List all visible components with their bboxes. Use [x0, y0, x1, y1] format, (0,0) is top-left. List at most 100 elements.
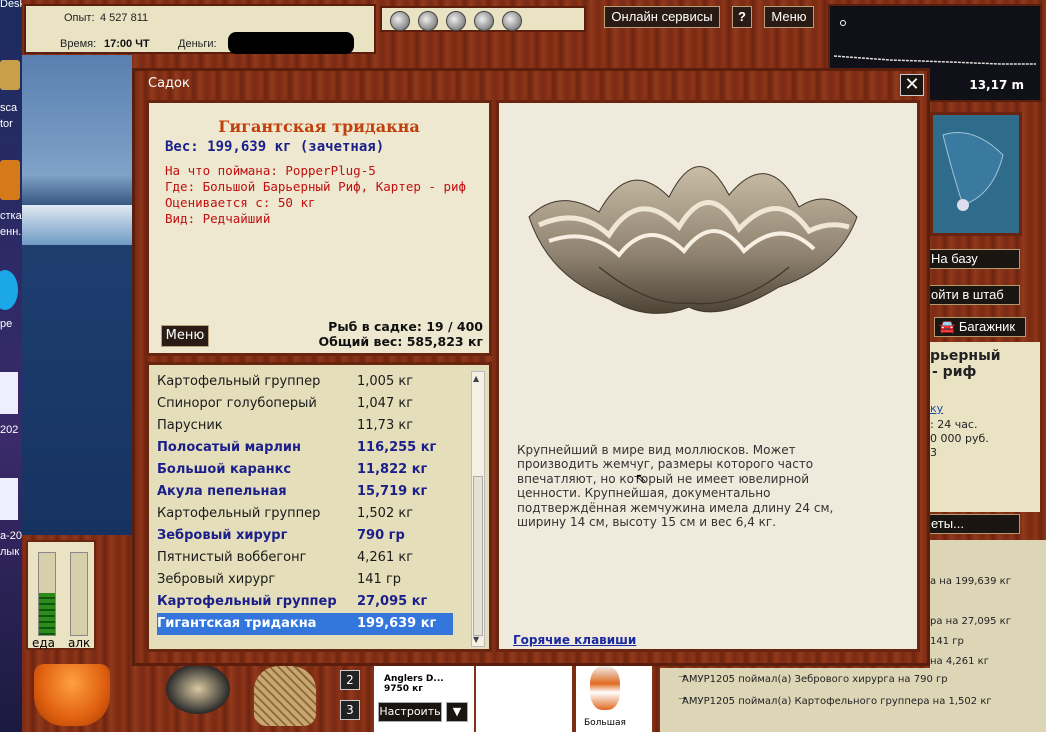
bucket-icon[interactable] — [34, 664, 110, 726]
map-image — [933, 115, 1019, 233]
reel-name: Anglers D... — [384, 674, 444, 684]
money-redacted — [228, 32, 354, 54]
location-map[interactable] — [930, 112, 1022, 236]
money-label: Деньги: — [178, 38, 217, 50]
lure-icon[interactable] — [502, 11, 522, 31]
slot-3-button[interactable]: 3 — [340, 700, 360, 720]
feed-line: АМУР1205 поймал(а) Картофельного группер… — [682, 696, 992, 707]
desktop-label: лык — [0, 546, 20, 558]
fish-name: Зебровый хирург — [157, 528, 288, 543]
desktop-label: стка — [0, 210, 22, 222]
needs-meters: еда алк — [26, 540, 96, 650]
fish-weight-value: 11,822 кг — [357, 462, 428, 477]
lure-icon[interactable] — [446, 11, 466, 31]
location-title: рьерный — [930, 348, 1001, 364]
time-label: Время: — [60, 38, 97, 50]
depth-value: 13,17 m — [969, 78, 1024, 92]
fish-picture-panel: Крупнейший в мире вид моллюсков. Может п… — [496, 100, 920, 652]
document-icon[interactable] — [0, 372, 18, 414]
fish-list-row[interactable]: Акула пепельная 15,719 кг — [157, 481, 453, 503]
feed-line: 141 гр — [930, 636, 964, 647]
trunk-label: Багажник — [958, 319, 1016, 334]
fish-list-row[interactable]: Полосатый марлин 116,255 кг — [157, 437, 453, 459]
location-detail: : 24 час. — [930, 418, 978, 431]
skype-icon[interactable] — [0, 270, 18, 310]
reel-slot: Anglers D... 9750 кг Настроить ▼ — [374, 664, 474, 732]
fish-name: Акула пепельная — [157, 484, 287, 499]
lure-icon[interactable] — [474, 11, 494, 31]
fish-list-row[interactable]: Большой каранкс 11,822 кг — [157, 459, 453, 481]
bait-caption: Большая — [584, 718, 626, 728]
fish-weight-value: 790 гр — [357, 528, 405, 543]
location-link[interactable]: ку — [930, 402, 943, 415]
food-meter — [38, 552, 56, 636]
hotkeys-link[interactable]: Горячие клавиши — [513, 633, 636, 647]
fish-list-row[interactable]: Зебровый хирург 790 гр — [157, 525, 453, 547]
scroll-thumb[interactable] — [473, 476, 483, 636]
fish-list-row[interactable]: Картофельный группер 1,005 кг — [157, 371, 453, 393]
fish-weight-value: 4,261 кг — [357, 550, 414, 565]
fish-list-row[interactable]: Парусник 11,73 кг — [157, 415, 453, 437]
player-stats: Опыт: 4 527 811 Время: 17:00 ЧТ Деньги: — [24, 4, 376, 54]
fish-weight-value: 1,005 кг — [357, 374, 414, 389]
fish-list-row[interactable]: Гигантская тридакна 199,639 кг — [157, 613, 453, 635]
desktop-strip: Desk sca tor стка енн. pe 202 a-20 лык — [0, 0, 22, 732]
fish-list-row[interactable]: Пятнистый воббегонг 4,261 кг — [157, 547, 453, 569]
setup-button[interactable]: Настроить — [378, 702, 442, 722]
sea-view — [22, 55, 132, 535]
main-menu-button[interactable]: Меню — [764, 6, 814, 28]
app-icon[interactable] — [0, 60, 20, 90]
lure-icon[interactable] — [390, 11, 410, 31]
app-icon[interactable] — [0, 160, 20, 200]
desktop-label: pe — [0, 318, 13, 330]
trunk-button[interactable]: 🚘 Багажник — [934, 317, 1026, 337]
chevron-down-icon[interactable]: ▼ — [446, 702, 468, 722]
feed-line: АМУР1205 поймал(а) Зебрового хирурга на … — [682, 674, 948, 685]
fish-name: Спинорог голубоперый — [157, 396, 317, 411]
document-icon[interactable] — [0, 478, 18, 520]
location-info: рьерный - риф ку : 24 час. 0 000 руб. 3 — [930, 342, 1040, 512]
online-services-button[interactable]: Онлайн сервисы — [604, 6, 720, 28]
caught-with: На что поймана: PopperPlug-5 — [165, 163, 376, 178]
lure-icon[interactable] — [418, 11, 438, 31]
go-to-hq-button[interactable]: ойти в штаб — [928, 285, 1020, 305]
catch-feed-bottom: ➝ АМУР1205 поймал(а) Зебрового хирурга н… — [660, 668, 1046, 732]
scrollbar[interactable]: ▲ ▼ — [471, 371, 485, 647]
fish-weight-value: 27,095 кг — [357, 594, 428, 609]
catch-location: Где: Большой Барьерный Риф, Картер - риф — [165, 179, 467, 194]
location-detail: 3 — [930, 446, 937, 459]
dialog-menu-button[interactable]: Меню — [161, 325, 209, 347]
tickets-button[interactable]: еты... — [928, 514, 1020, 534]
scroll-up-icon[interactable]: ▲ — [473, 374, 479, 383]
dialog-title: Садок — [148, 76, 190, 91]
scroll-down-icon[interactable]: ▼ — [473, 635, 479, 644]
bait-slot[interactable]: Большая — [576, 664, 652, 732]
fish-weight: Вес: 199,639 кг (зачетная) — [165, 139, 385, 155]
feed-line: ра на 27,095 кг — [930, 616, 1011, 627]
fish-list-row[interactable]: Зебровый хирург 141 гр — [157, 569, 453, 591]
fish-list-row[interactable]: Картофельный группер 1,502 кг — [157, 503, 453, 525]
total-weight: Общий вес: 585,823 кг — [318, 334, 484, 349]
slot-empty[interactable] — [476, 664, 572, 732]
fish-name: Картофельный группер — [157, 374, 321, 389]
help-button[interactable]: ? — [732, 6, 752, 28]
net-bag-icon[interactable] — [254, 666, 316, 726]
giant-clam-image — [528, 166, 858, 314]
fish-list-row[interactable]: Спинорог голубоперый 1,047 кг — [157, 393, 453, 415]
close-button[interactable]: ✕ — [900, 74, 924, 96]
fish-name: Парусник — [157, 418, 223, 433]
desktop-label: 202 — [0, 424, 19, 436]
exp-value: 4 527 811 — [100, 12, 149, 24]
fish-weight-value: 1,047 кг — [357, 396, 414, 411]
pot-icon[interactable] — [166, 664, 230, 714]
alcohol-label: алк — [68, 636, 91, 650]
desktop-label: a-20 — [0, 530, 22, 542]
fish-name: Картофельный группер — [157, 594, 337, 609]
slot-2-button[interactable]: 2 — [340, 670, 360, 690]
fish-weight-value: 1,502 кг — [357, 506, 414, 521]
value-threshold: Оценивается с: 50 кг — [165, 195, 316, 210]
fish-list-row[interactable]: Картофельный группер 27,095 кг — [157, 591, 453, 613]
location-title: - риф — [932, 364, 977, 380]
fish-info-panel: Гигантская тридакна Вес: 199,639 кг (зач… — [146, 100, 492, 356]
to-base-button[interactable]: На базу — [928, 249, 1020, 269]
